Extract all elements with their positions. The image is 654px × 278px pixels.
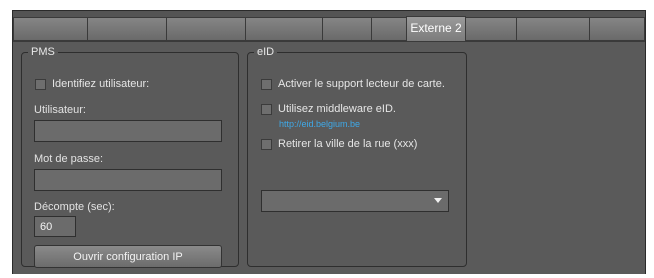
user-label: Utilisateur: xyxy=(34,104,86,116)
identify-user-row[interactable]: Identifiez utilisateur: xyxy=(35,78,149,90)
card-reader-checkbox[interactable] xyxy=(261,78,272,90)
password-label: Mot de passe: xyxy=(34,153,104,165)
open-ip-config-button[interactable]: Ouvrir configuration IP xyxy=(34,245,222,268)
eid-legend: eID xyxy=(254,45,278,59)
tab-9[interactable] xyxy=(516,17,590,41)
chevron-down-icon xyxy=(434,198,442,203)
remove-city-label: Retirer la ville de la rue (xxx) xyxy=(278,138,418,150)
middleware-row[interactable]: Utilisez middleware eID. xyxy=(261,103,396,115)
identify-user-label: Identifiez utilisateur: xyxy=(52,78,150,90)
tab-bar: Externe 2 xyxy=(13,16,645,43)
middleware-link[interactable]: http://eid.belgium.be xyxy=(279,119,360,129)
eid-group: eID Activer le support lecteur de carte.… xyxy=(247,45,467,267)
card-reader-row[interactable]: Activer le support lecteur de carte. xyxy=(261,78,445,90)
middleware-label: Utilisez middleware eID. xyxy=(278,103,396,115)
countdown-label: Décompte (sec): xyxy=(34,201,115,213)
tab-externe-2[interactable]: Externe 2 xyxy=(406,16,466,42)
password-input[interactable] xyxy=(34,169,222,191)
eid-dropdown[interactable] xyxy=(261,190,449,212)
middleware-checkbox[interactable] xyxy=(261,103,272,115)
tab-8[interactable] xyxy=(465,17,517,41)
settings-window: Externe 2 PMS Identifiez utilisateur: Ut… xyxy=(12,10,646,274)
tab-10[interactable] xyxy=(589,17,645,41)
remove-city-checkbox[interactable] xyxy=(261,138,272,150)
tab-content: PMS Identifiez utilisateur: Utilisateur:… xyxy=(13,41,645,274)
user-input[interactable] xyxy=(34,120,222,142)
countdown-input[interactable] xyxy=(34,216,76,237)
tab-0[interactable] xyxy=(13,17,88,41)
remove-city-row[interactable]: Retirer la ville de la rue (xxx) xyxy=(261,138,417,150)
tab-1[interactable] xyxy=(87,17,167,41)
pms-legend: PMS xyxy=(28,45,58,59)
tab-4[interactable] xyxy=(322,17,372,41)
identify-user-checkbox[interactable] xyxy=(35,78,46,90)
tab-2[interactable] xyxy=(166,17,246,41)
card-reader-label: Activer le support lecteur de carte. xyxy=(278,78,445,90)
tab-3[interactable] xyxy=(245,17,323,41)
pms-group: PMS Identifiez utilisateur: Utilisateur:… xyxy=(21,45,239,268)
